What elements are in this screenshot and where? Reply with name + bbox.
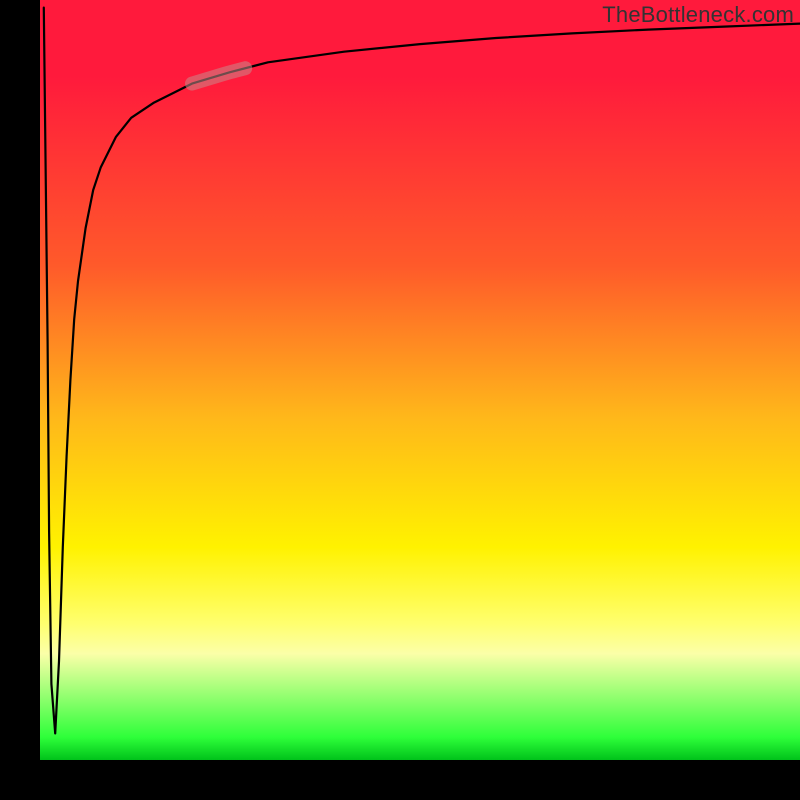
chart-frame: TheBottleneck.com <box>0 0 800 800</box>
watermark-text: TheBottleneck.com <box>602 2 794 28</box>
chart-plot-area: TheBottleneck.com <box>40 0 800 760</box>
bottleneck-curve <box>40 0 800 760</box>
